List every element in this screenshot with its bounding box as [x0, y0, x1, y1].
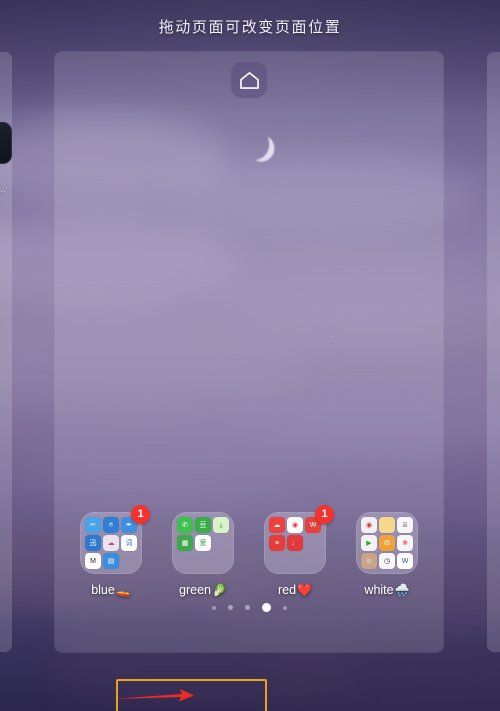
folder-white-tile[interactable]: ◉ ≣ ▶ ✉ ❀ ☺ ◷ W: [356, 512, 418, 574]
app-download[interactable]: ⤓: [213, 517, 229, 533]
app-wechat[interactable]: ✆: [177, 517, 193, 533]
page-preview-active[interactable]: ✂ ⌾ ✒ 迅 ☁ 词 M ▤ 1 blue 🚤 ✆ 豆 ⤓ ▦ 爱 green…: [55, 52, 443, 652]
folder-white-label-text: white: [364, 583, 394, 597]
page-dot-3[interactable]: [244, 605, 250, 610]
folder-blue-badge: 1: [131, 505, 150, 524]
header-bar: 拖动页面可改变页面位置: [0, 0, 500, 52]
edge-app-item[interactable]: 频…: [0, 122, 12, 194]
app-word[interactable]: W: [397, 553, 413, 569]
folder-green-emoji: 🥬: [212, 583, 227, 597]
app-mail[interactable]: ✉: [379, 535, 395, 551]
folder-red-badge: 1: [315, 505, 334, 524]
folder-blue-emoji: 🚤: [115, 583, 131, 597]
app-cloud[interactable]: ☁: [269, 517, 285, 533]
folder-green-label-text: green: [179, 583, 212, 597]
app-video[interactable]: ▶: [361, 535, 377, 551]
app-excel[interactable]: ▦: [177, 535, 193, 551]
app-slot-empty: [121, 553, 137, 569]
folder-red-tile[interactable]: ☁ ◉ W ≡ ♩ 1: [264, 505, 334, 574]
app-weather[interactable]: ☁: [103, 535, 119, 551]
app-music[interactable]: ♩: [287, 535, 303, 551]
folder-white-emoji: 🌧️: [394, 583, 410, 597]
app-slot-empty: [287, 553, 303, 569]
app-bank[interactable]: ▤: [103, 553, 119, 569]
page-dot-4-active[interactable]: [261, 603, 271, 612]
app-xunlei[interactable]: 迅: [85, 535, 101, 551]
app-slot-empty: [305, 553, 321, 569]
app-dictionary[interactable]: 词: [121, 535, 137, 551]
app-reminders[interactable]: ≣: [397, 517, 413, 533]
app-slot-empty: [195, 553, 211, 569]
annotation-highlight-box: [116, 679, 267, 711]
page-title: 拖动页面可改变页面位置: [158, 18, 342, 36]
app-photos[interactable]: ❀: [397, 535, 413, 551]
app-weibo[interactable]: ◉: [287, 517, 303, 533]
folder-green-tile[interactable]: ✆ 豆 ⤓ ▦ 爱: [172, 512, 234, 574]
app-slot-empty: [213, 553, 229, 569]
app-slot-empty: [305, 535, 321, 551]
app-aiqiyi[interactable]: 爱: [195, 535, 211, 551]
folder-red-emoji: ❤️: [297, 583, 313, 597]
folder-red-label: red ❤️: [278, 583, 312, 597]
app-qq[interactable]: ✂: [85, 517, 101, 533]
app-slot-empty: [177, 553, 193, 569]
folder-blue[interactable]: ✂ ⌾ ✒ 迅 ☁ 词 M ▤ 1 blue 🚤: [72, 505, 150, 597]
app-notes[interactable]: [379, 517, 395, 533]
edge-app-label: 频…: [0, 182, 6, 195]
folder-blue-label: blue 🚤: [91, 583, 131, 597]
crescent-moon-icon: [255, 136, 275, 162]
folder-white-label: white 🌧️: [364, 583, 409, 597]
page-indicator-dots[interactable]: [55, 603, 443, 612]
app-contact[interactable]: ☺: [361, 553, 377, 569]
folder-row: ✂ ⌾ ✒ 迅 ☁ 词 M ▤ 1 blue 🚤 ✆ 豆 ⤓ ▦ 爱 green…: [55, 505, 443, 597]
home-icon: [239, 71, 259, 89]
folder-blue-tile[interactable]: ✂ ⌾ ✒ 迅 ☁ 词 M ▤ 1: [80, 505, 150, 574]
folder-green-label: green 🥬: [179, 583, 227, 597]
app-netease[interactable]: ≡: [269, 535, 285, 551]
home-screen-editor: 拖动页面可改变页面位置 频… ✂: [0, 0, 500, 711]
home-button[interactable]: [231, 62, 267, 98]
page-dot-2[interactable]: [227, 605, 233, 610]
app-meitu[interactable]: M: [85, 553, 101, 569]
app-slot-empty: [269, 553, 285, 569]
app-slot-empty: [213, 535, 229, 551]
folder-red[interactable]: ☁ ◉ W ≡ ♩ 1 red ❤️: [256, 505, 334, 597]
page-preview-next[interactable]: [487, 52, 500, 652]
folder-red-label-text: red: [277, 583, 297, 597]
app-wifi[interactable]: ⌾: [103, 517, 119, 533]
folder-white[interactable]: ◉ ≣ ▶ ✉ ❀ ☺ ◷ W white 🌧️: [348, 512, 426, 597]
page-dot-1[interactable]: [211, 605, 216, 610]
app-douban[interactable]: 豆: [195, 517, 211, 533]
app-maps[interactable]: ◉: [361, 517, 377, 533]
page-dot-5[interactable]: [282, 605, 287, 610]
folder-green[interactable]: ✆ 豆 ⤓ ▦ 爱 green 🥬: [164, 512, 242, 597]
app-clock[interactable]: ◷: [379, 553, 395, 569]
folder-blue-label-text: blue: [91, 583, 115, 597]
video-app-icon[interactable]: [0, 122, 12, 164]
